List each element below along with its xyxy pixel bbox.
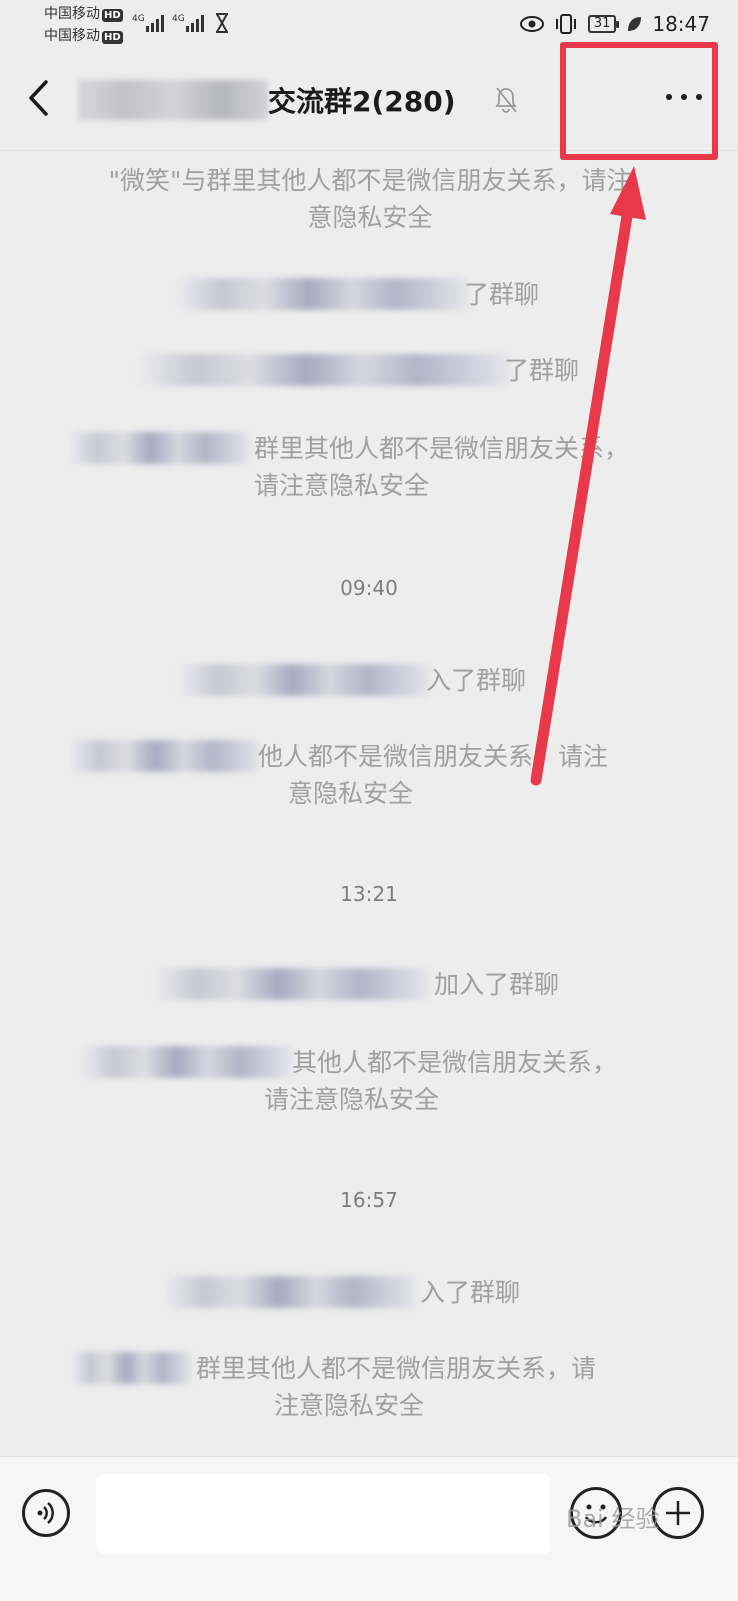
voice-icon xyxy=(37,1502,54,1524)
plus-button[interactable] xyxy=(652,1487,704,1539)
annotation-arrow xyxy=(530,166,646,786)
plus-icon xyxy=(666,1501,690,1525)
voice-button[interactable] xyxy=(22,1489,70,1537)
input-bar: Bai 经验 xyxy=(0,1456,738,1601)
watermark: Bai 经验 xyxy=(566,1505,660,1533)
message-input[interactable] xyxy=(96,1474,550,1554)
